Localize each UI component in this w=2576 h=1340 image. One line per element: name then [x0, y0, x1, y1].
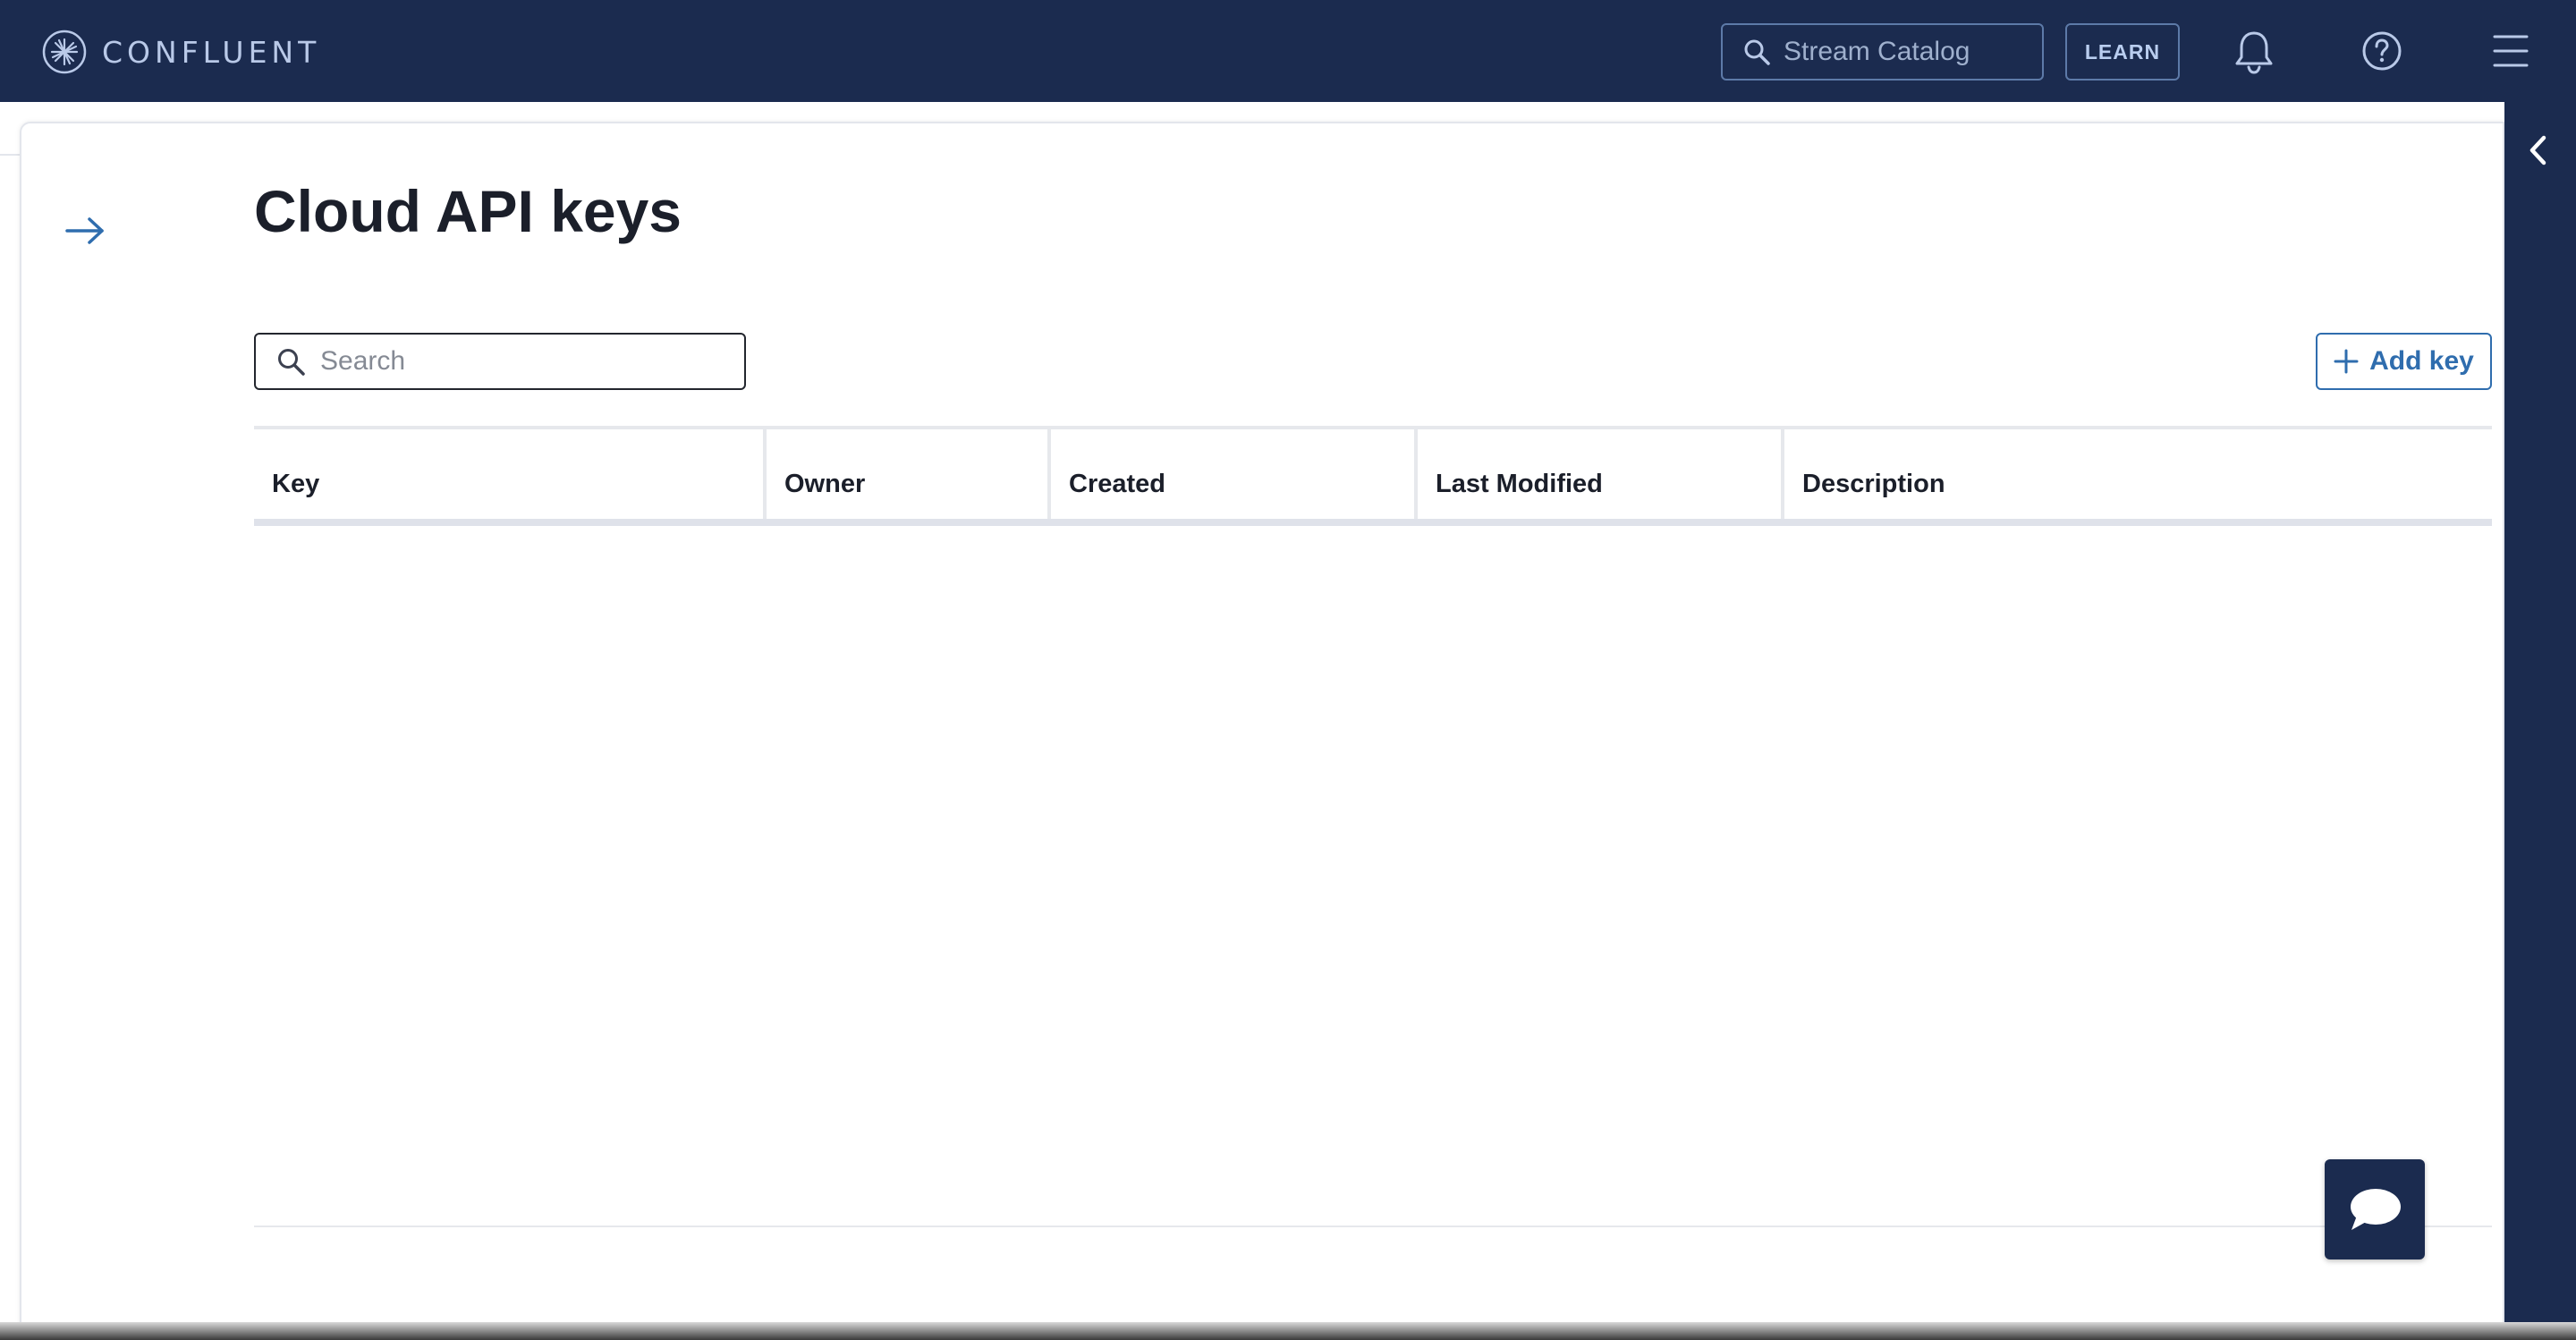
chevron-left-icon[interactable]	[2522, 132, 2555, 168]
bell-icon[interactable]	[2233, 29, 2275, 75]
stream-catalog-search[interactable]	[1721, 23, 2044, 81]
chat-support-button[interactable]	[2325, 1159, 2425, 1259]
column-header-last-modified[interactable]: Last Modified	[1418, 429, 1784, 519]
add-key-button[interactable]: Add key	[2316, 333, 2492, 390]
keys-search[interactable]	[254, 333, 746, 390]
search-icon	[1744, 39, 1770, 65]
expand-sidebar-arrow-icon[interactable]	[64, 213, 106, 249]
column-header-created[interactable]: Created	[1051, 429, 1418, 519]
add-key-label: Add key	[2369, 346, 2474, 376]
column-header-owner[interactable]: Owner	[767, 429, 1051, 519]
help-icon[interactable]	[2361, 30, 2402, 72]
page-title: Cloud API keys	[254, 178, 682, 244]
search-input[interactable]	[318, 345, 730, 377]
confluent-logo-icon	[42, 30, 87, 74]
table-footer-divider	[254, 1226, 2492, 1227]
column-header-key[interactable]: Key	[254, 429, 767, 519]
brand-name: CONFLUENT	[102, 34, 321, 70]
stream-catalog-input[interactable]	[1782, 36, 2032, 68]
confluent-logo[interactable]: CONFLUENT	[41, 27, 320, 77]
bottom-edge	[0, 1322, 2576, 1340]
hamburger-menu-icon[interactable]	[2492, 32, 2529, 70]
keys-table-header: Key Owner Created Last Modified Descript…	[254, 426, 2492, 526]
right-side-rail	[2504, 102, 2576, 1340]
learn-button[interactable]: LEARN	[2065, 23, 2180, 81]
search-icon	[278, 349, 305, 376]
column-header-description[interactable]: Description	[1784, 429, 2492, 519]
left-edge-strip	[0, 102, 20, 156]
chat-bubble-icon	[2351, 1189, 2401, 1230]
main-panel	[20, 122, 2504, 1340]
top-nav-bar: CONFLUENT LEARN	[0, 0, 2576, 102]
plus-icon	[2334, 349, 2359, 374]
